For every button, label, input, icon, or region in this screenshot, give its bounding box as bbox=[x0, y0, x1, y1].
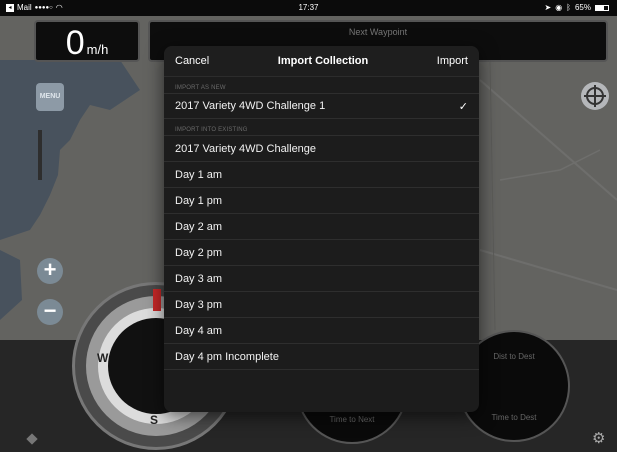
location-icon: ➤ bbox=[544, 3, 552, 12]
existing-collection-row[interactable]: 2017 Variety 4WD Challenge bbox=[164, 136, 479, 162]
existing-collection-row[interactable]: Day 4 pm Incomplete bbox=[164, 344, 479, 370]
battery-icon bbox=[595, 4, 609, 11]
next-waypoint-label: Next Waypoint bbox=[348, 27, 408, 37]
existing-collection-label: Day 1 am bbox=[175, 168, 223, 181]
zoom-in-button[interactable]: + bbox=[37, 258, 63, 284]
zoom-out-button[interactable]: − bbox=[37, 299, 63, 325]
existing-collection-row[interactable]: Day 2 pm bbox=[164, 240, 479, 266]
menu-button[interactable]: MENU bbox=[36, 83, 64, 111]
speed-value: 0 bbox=[65, 24, 85, 62]
section-import-as-new: IMPORT AS NEW bbox=[175, 85, 226, 91]
compass-west: W bbox=[97, 351, 109, 365]
status-bar: ◂ Mail ●●●●○ ◠ 17:37 ➤ ◉ ᛒ 65% bbox=[0, 0, 617, 16]
existing-collection-label: Day 4 pm Incomplete bbox=[175, 350, 279, 363]
existing-collection-label: Day 3 am bbox=[175, 272, 223, 285]
satellite-icon[interactable] bbox=[26, 432, 38, 445]
dialog-title: Import Collection bbox=[277, 55, 369, 67]
speed-unit: m/h bbox=[86, 42, 109, 57]
existing-collection-label: Day 2 am bbox=[175, 220, 223, 233]
speed-display[interactable]: 0 m/h bbox=[34, 20, 140, 62]
import-button[interactable]: Import bbox=[437, 55, 468, 67]
existing-collection-row[interactable]: Day 3 pm bbox=[164, 292, 479, 318]
existing-collection-label: Day 4 am bbox=[175, 324, 223, 337]
existing-collection-row[interactable]: Day 3 am bbox=[164, 266, 479, 292]
existing-collection-label: Day 1 pm bbox=[175, 194, 223, 207]
locate-me-button[interactable] bbox=[581, 82, 609, 110]
settings-gear-icon[interactable]: ⚙ bbox=[592, 431, 605, 446]
new-collection-label: 2017 Variety 4WD Challenge 1 bbox=[175, 100, 326, 112]
bluetooth-icon: ᛒ bbox=[566, 3, 571, 12]
existing-collections-list: 2017 Variety 4WD Challenge Day 1 am Day 1 … bbox=[164, 135, 479, 370]
existing-collection-row[interactable]: Day 4 am bbox=[164, 318, 479, 344]
existing-collection-label: Day 3 pm bbox=[175, 298, 223, 311]
existing-collection-label: 2017 Variety 4WD Challenge bbox=[175, 142, 317, 155]
existing-collection-label: Day 2 pm bbox=[175, 246, 223, 259]
crosshair-icon bbox=[584, 85, 606, 107]
dialog-header: Cancel Import Collection Import bbox=[164, 46, 479, 77]
status-time: 17:37 bbox=[298, 3, 319, 12]
existing-collection-row[interactable]: Day 1 am bbox=[164, 162, 479, 188]
existing-collection-row[interactable]: Day 1 pm bbox=[164, 188, 479, 214]
time-to-next-label: Time to Next bbox=[329, 415, 375, 424]
time-to-dest-label: Time to Dest bbox=[491, 413, 537, 422]
cancel-button[interactable]: Cancel bbox=[175, 55, 209, 67]
existing-collection-row[interactable]: Day 2 am bbox=[164, 214, 479, 240]
section-import-into-existing: IMPORT INTO EXISTING bbox=[175, 127, 248, 133]
import-collection-dialog: Cancel Import Collection Import IMPORT A… bbox=[164, 46, 479, 412]
alarm-icon: ◉ bbox=[555, 3, 563, 12]
checkmark-icon: ✓ bbox=[458, 100, 468, 113]
battery-percent: 65% bbox=[574, 3, 591, 12]
new-collection-row[interactable]: 2017 Variety 4WD Challenge 1 ✓ bbox=[164, 93, 479, 119]
compass-south: S bbox=[150, 413, 159, 427]
